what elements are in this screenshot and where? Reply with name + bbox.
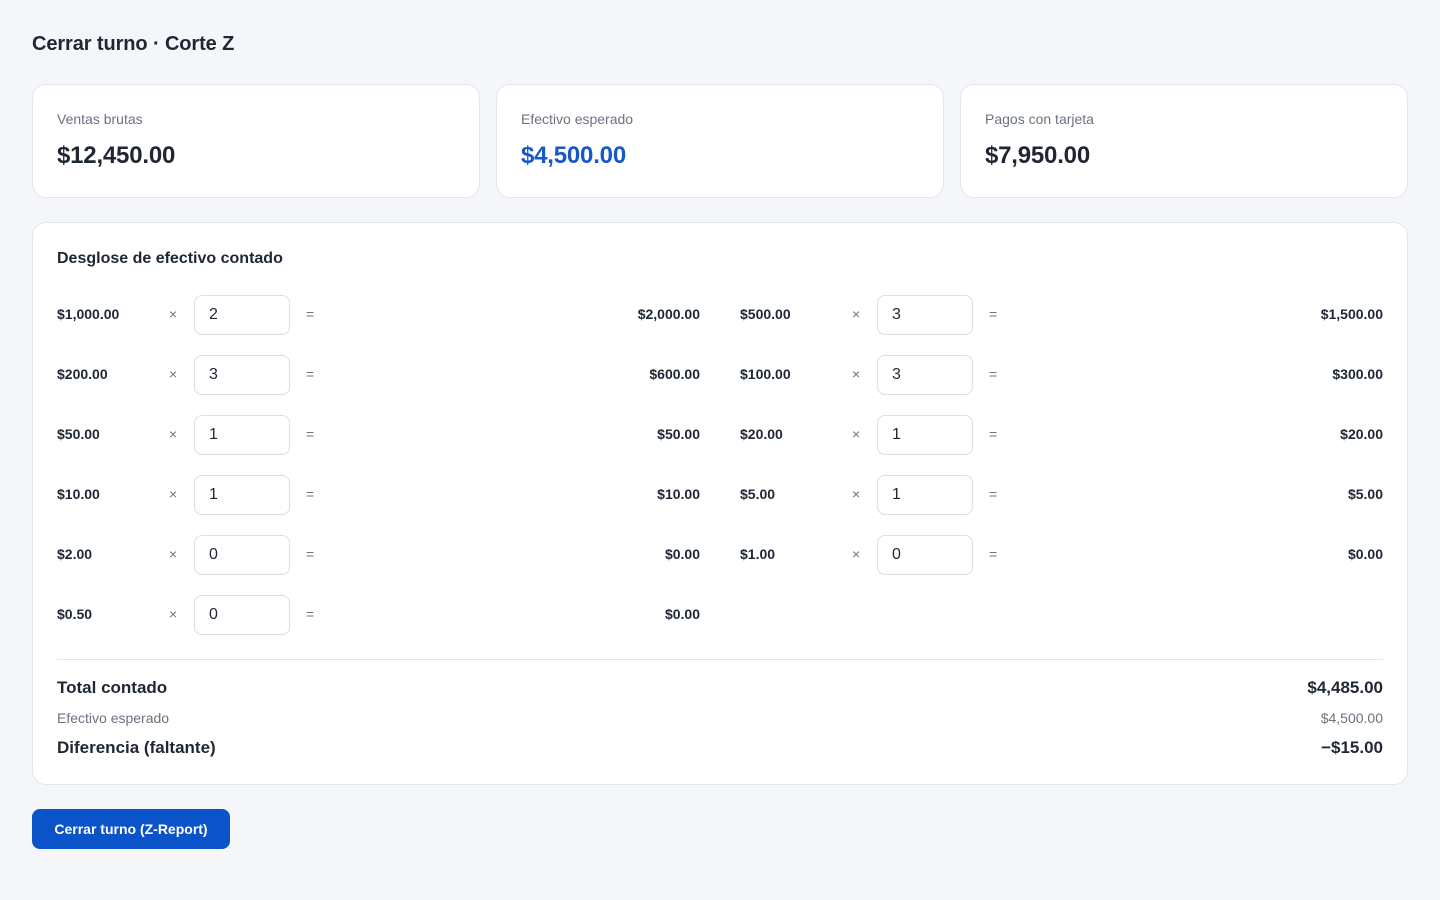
denomination-subtotal: $50.00 [657, 426, 700, 442]
denomination-subtotal: $2,000.00 [637, 306, 700, 322]
cash-breakdown-panel: Desglose de efectivo contado $1,000.00 × =… [32, 222, 1408, 785]
difference-label: Diferencia (faltante) [57, 738, 216, 757]
denomination-label: $0.50 [57, 606, 93, 622]
gross-sales-card: Ventas brutas $12,450.00 [32, 84, 480, 198]
denomination-label: $200.00 [57, 366, 108, 382]
denomination-count-input[interactable] [877, 415, 973, 455]
expected-cash-summary-value: $4,500.00 [1320, 710, 1383, 726]
denomination-row: $20.00 × = $20.00 [740, 415, 1383, 455]
denomination-row: $200.00 × = $600.00 [57, 355, 700, 395]
equals-sign: = [989, 486, 998, 502]
denomination-row: $5.00 × = $5.00 [740, 475, 1383, 515]
multiply-sign: × [852, 366, 861, 382]
breakdown-title: Desglose de efectivo contado [57, 250, 283, 267]
denomination-label: $100.00 [740, 366, 791, 382]
gross-sales-label: Ventas brutas [57, 111, 143, 127]
equals-sign: = [306, 426, 315, 442]
denomination-label: $500.00 [740, 306, 791, 322]
denomination-row: $50.00 × = $50.00 [57, 415, 700, 455]
denomination-count-input[interactable] [194, 535, 290, 575]
difference-value: −$15.00 [1321, 738, 1383, 757]
multiply-sign: × [169, 486, 178, 502]
denomination-row: $10.00 × = $10.00 [57, 475, 700, 515]
expected-cash-value: $4,500.00 [521, 142, 626, 169]
denomination-label: $1,000.00 [57, 306, 120, 322]
multiply-sign: × [169, 426, 178, 442]
equals-sign: = [306, 486, 315, 502]
equals-sign: = [989, 306, 998, 322]
equals-sign: = [989, 546, 998, 562]
denomination-row: $0.50 × = $0.00 [57, 595, 700, 635]
denomination-row: $2.00 × = $0.00 [57, 535, 700, 575]
multiply-sign: × [852, 546, 861, 562]
denomination-row: $1.00 × = $0.00 [740, 535, 1383, 575]
denomination-subtotal: $20.00 [1340, 426, 1383, 442]
equals-sign: = [306, 546, 315, 562]
denomination-count-input[interactable] [194, 595, 290, 635]
denomination-subtotal: $10.00 [657, 486, 700, 502]
page-title: Cerrar turno · Corte Z [32, 33, 235, 55]
denomination-label: $2.00 [57, 546, 93, 562]
close-shift-button[interactable]: Cerrar turno (Z-Report) [32, 809, 230, 849]
multiply-sign: × [169, 366, 178, 382]
expected-cash-summary-label: Efectivo esperado [57, 710, 170, 726]
denomination-subtotal: $0.00 [1347, 546, 1383, 562]
denomination-label: $10.00 [57, 486, 100, 502]
card-payments-card: Pagos con tarjeta $7,950.00 [960, 84, 1408, 198]
denomination-label: $5.00 [740, 486, 776, 502]
denomination-count-input[interactable] [877, 295, 973, 335]
denomination-label: $20.00 [740, 426, 783, 442]
equals-sign: = [306, 366, 315, 382]
denomination-row: $100.00 × = $300.00 [740, 355, 1383, 395]
denomination-count-input[interactable] [194, 295, 290, 335]
denomination-label: $1.00 [740, 546, 776, 562]
multiply-sign: × [169, 546, 178, 562]
expected-cash-label: Efectivo esperado [521, 111, 634, 127]
equals-sign: = [306, 306, 315, 322]
denomination-count-input[interactable] [194, 415, 290, 455]
gross-sales-value: $12,450.00 [57, 142, 176, 169]
multiply-sign: × [852, 306, 861, 322]
expected-cash-card: Efectivo esperado $4,500.00 [496, 84, 944, 198]
card-payments-label: Pagos con tarjeta [985, 111, 1094, 127]
denomination-count-input[interactable] [194, 355, 290, 395]
denomination-count-input[interactable] [877, 475, 973, 515]
denomination-subtotal: $0.00 [664, 546, 700, 562]
multiply-sign: × [852, 426, 861, 442]
denomination-count-input[interactable] [877, 355, 973, 395]
equals-sign: = [989, 366, 998, 382]
denomination-row: $500.00 × = $1,500.00 [740, 295, 1383, 335]
total-counted-value: $4,485.00 [1307, 678, 1383, 697]
card-payments-value: $7,950.00 [985, 142, 1090, 169]
denomination-subtotal: $300.00 [1332, 366, 1383, 382]
multiply-sign: × [169, 606, 178, 622]
equals-sign: = [989, 426, 998, 442]
denomination-row: $1,000.00 × = $2,000.00 [57, 295, 700, 335]
total-counted-label: Total contado [57, 678, 168, 697]
denomination-count-input[interactable] [877, 535, 973, 575]
multiply-sign: × [169, 306, 178, 322]
denomination-label: $50.00 [57, 426, 100, 442]
equals-sign: = [306, 606, 315, 622]
denomination-subtotal: $600.00 [649, 366, 700, 382]
denomination-subtotal: $0.00 [664, 606, 700, 622]
totals-divider [57, 659, 1383, 660]
denomination-count-input[interactable] [194, 475, 290, 515]
multiply-sign: × [852, 486, 861, 502]
denomination-subtotal: $1,500.00 [1320, 306, 1383, 322]
denomination-subtotal: $5.00 [1347, 486, 1383, 502]
